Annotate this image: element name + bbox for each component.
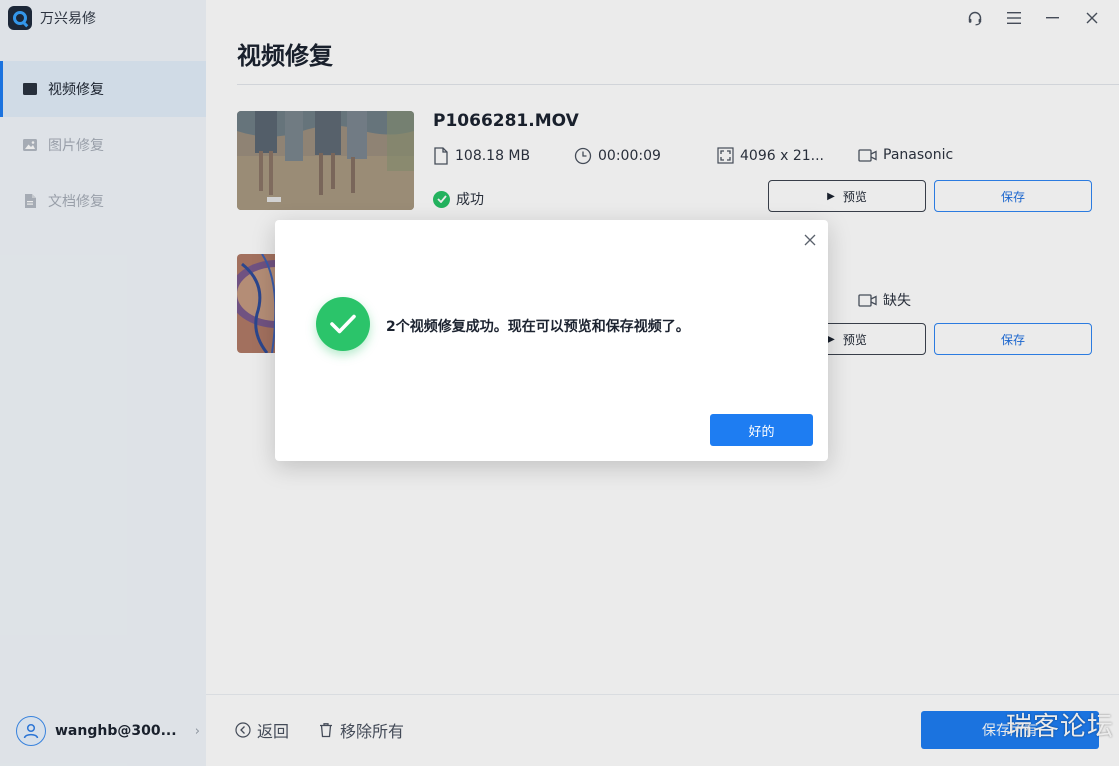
dialog-message: 2个视频修复成功。现在可以预览和保存视频了。: [386, 319, 690, 335]
success-check-icon: [316, 297, 370, 351]
ok-label: 好的: [748, 424, 775, 440]
ok-button[interactable]: 好的: [710, 414, 813, 446]
close-icon[interactable]: [800, 230, 820, 250]
success-dialog: 2个视频修复成功。现在可以预览和保存视频了。 好的: [275, 220, 828, 461]
